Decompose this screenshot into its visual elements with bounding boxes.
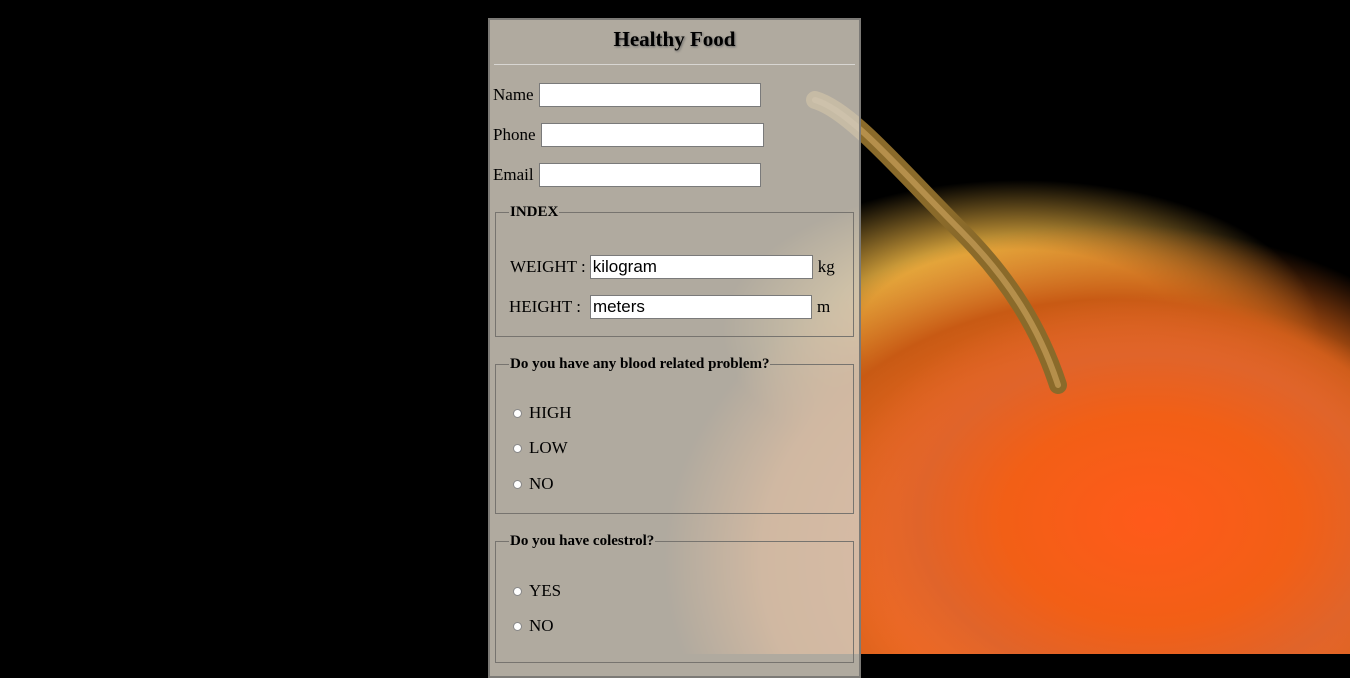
weight-label: WEIGHT : <box>510 257 586 276</box>
name-row: Name <box>493 83 761 107</box>
index-fieldset: INDEX WEIGHT : kg HEIGHT : m <box>495 204 854 337</box>
blood-option-high[interactable]: HIGH <box>510 403 572 423</box>
weight-unit: kg <box>817 257 835 276</box>
colestrol-option-no-label: NO <box>529 616 554 635</box>
height-input[interactable] <box>589 295 812 319</box>
radio-low[interactable] <box>513 443 522 453</box>
email-row: Email <box>493 163 761 187</box>
blood-problem-fieldset: Do you have any blood related problem? H… <box>495 356 854 514</box>
blood-option-low[interactable]: LOW <box>510 438 568 458</box>
name-input[interactable] <box>538 83 761 107</box>
colestrol-option-yes[interactable]: YES <box>510 581 561 601</box>
radio-high[interactable] <box>513 408 522 418</box>
title-divider <box>494 64 855 65</box>
form-title: Healthy Food <box>613 27 736 51</box>
email-input[interactable] <box>538 163 761 187</box>
healthy-food-form: Healthy Food Name Phone Email INDEX WEIG… <box>488 18 861 678</box>
colestrol-fieldset: Do you have colestrol? YES NO <box>495 533 854 663</box>
height-unit: m <box>816 297 831 316</box>
blood-option-low-label: LOW <box>529 438 568 457</box>
height-label: HEIGHT : <box>509 297 581 316</box>
colestrol-option-yes-label: YES <box>529 581 562 600</box>
phone-label: Phone <box>493 125 536 144</box>
radio-blood-no[interactable] <box>513 479 522 489</box>
height-row: HEIGHT : m <box>509 295 830 319</box>
blood-option-no[interactable]: NO <box>510 474 554 494</box>
radio-colestrol-no[interactable] <box>513 621 522 631</box>
email-label: Email <box>493 165 534 184</box>
phone-row: Phone <box>493 123 764 147</box>
weight-row: WEIGHT : kg <box>510 255 835 279</box>
name-label: Name <box>493 85 534 104</box>
colestrol-legend: Do you have colestrol? <box>510 533 655 549</box>
weight-input[interactable] <box>589 255 813 279</box>
blood-option-no-label: NO <box>529 474 554 493</box>
radio-yes[interactable] <box>513 586 522 596</box>
index-legend: INDEX <box>510 204 559 220</box>
phone-input[interactable] <box>540 123 764 147</box>
colestrol-option-no[interactable]: NO <box>510 616 554 636</box>
blood-problem-legend: Do you have any blood related problem? <box>510 356 770 372</box>
blood-option-high-label: HIGH <box>529 403 572 422</box>
